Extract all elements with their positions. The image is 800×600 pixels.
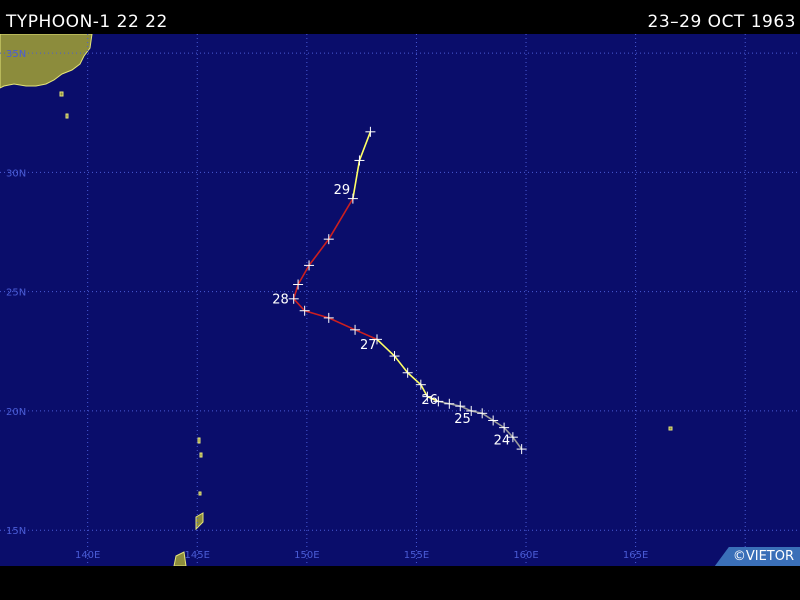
lat-label: 15N bbox=[6, 526, 26, 537]
lat-label: 20N bbox=[6, 407, 26, 418]
lon-label: 155E bbox=[404, 550, 429, 561]
vietor-credit[interactable]: ©VIETOR bbox=[714, 547, 800, 566]
island-izu-2 bbox=[65, 113, 69, 119]
lat-label: 30N bbox=[6, 168, 26, 179]
island-east bbox=[668, 426, 673, 431]
island-mariana-3 bbox=[198, 491, 202, 496]
ocean-background bbox=[0, 34, 800, 566]
island-mariana-1 bbox=[197, 437, 201, 444]
day-label: 24 bbox=[494, 433, 511, 448]
storm-title: TYPHOON-1 22 22 bbox=[6, 12, 168, 32]
lon-label: 150E bbox=[294, 550, 319, 561]
day-label: 27 bbox=[360, 338, 377, 353]
footer-bar bbox=[0, 566, 800, 600]
lon-label: 160E bbox=[513, 550, 538, 561]
island-mariana-2 bbox=[199, 452, 203, 458]
lon-label: 145E bbox=[185, 550, 210, 561]
day-label: 28 bbox=[272, 293, 289, 308]
lat-label: 35N bbox=[6, 49, 26, 60]
map-panel: 35N30N25N20N15N140E145E150E155E160E165E1… bbox=[0, 33, 800, 567]
lon-label: 140E bbox=[75, 550, 100, 561]
island-izu-1 bbox=[59, 91, 64, 97]
lon-label: 165E bbox=[623, 550, 648, 561]
track-map: 35N30N25N20N15N140E145E150E155E160E165E1… bbox=[0, 33, 800, 567]
header-bar: TYPHOON-1 22 22 23–29 OCT 1963 bbox=[0, 0, 800, 34]
date-range: 23–29 OCT 1963 bbox=[647, 12, 796, 32]
day-label: 25 bbox=[454, 412, 471, 427]
day-label: 29 bbox=[334, 183, 351, 198]
day-label: 26 bbox=[421, 393, 438, 408]
lat-label: 25N bbox=[6, 288, 26, 299]
